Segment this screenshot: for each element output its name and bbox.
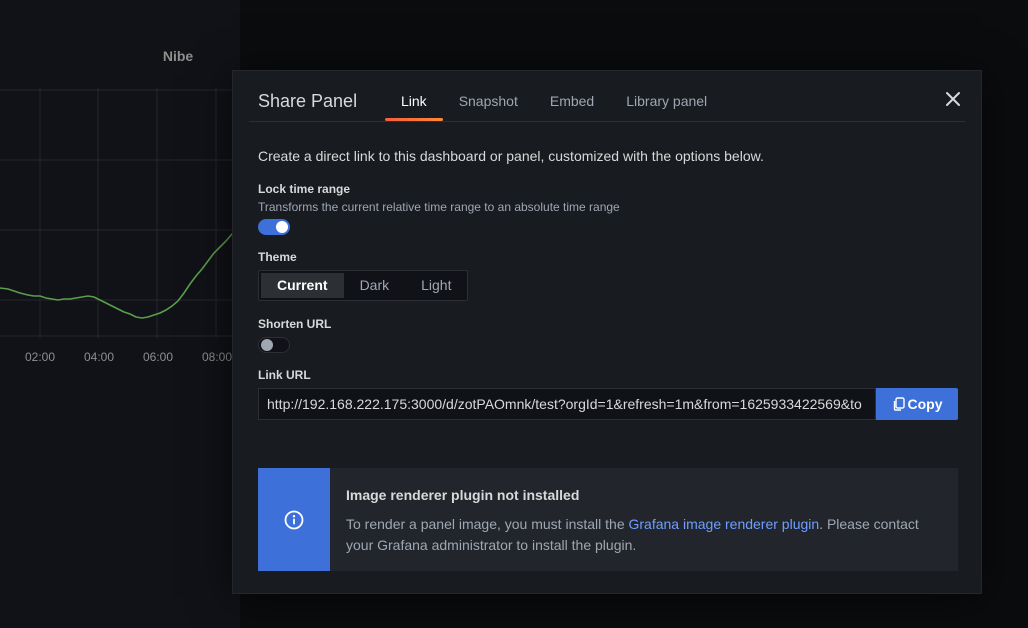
- x-axis-tick: 06:00: [143, 350, 174, 364]
- copy-button-label: Copy: [907, 396, 943, 412]
- lock-time-range-description: Transforms the current relative time ran…: [258, 200, 620, 214]
- theme-option-current[interactable]: Current: [261, 273, 344, 298]
- background-panel-title: Nibe: [162, 48, 194, 64]
- theme-option-light[interactable]: Light: [405, 273, 467, 298]
- modal-header: Share Panel Link Snapshot Embed Library …: [249, 71, 965, 122]
- copy-button[interactable]: Copy: [876, 388, 958, 420]
- background-time-series-chart: [0, 88, 240, 338]
- lock-time-range-label: Lock time range: [258, 182, 351, 196]
- link-description: Create a direct link to this dashboard o…: [258, 148, 764, 164]
- chart-grid: [0, 88, 240, 338]
- tab-library-panel[interactable]: Library panel: [610, 71, 723, 121]
- lock-time-range-switch[interactable]: [258, 219, 290, 235]
- shorten-url-label: Shorten URL: [258, 317, 332, 331]
- x-axis-tick: 02:00: [25, 350, 56, 364]
- switch-knob: [276, 221, 288, 233]
- alert-icon-box: [258, 468, 330, 571]
- alert-title: Image renderer plugin not installed: [346, 487, 580, 503]
- background-dashboard-panel: 02:00 04:00 06:00 08:00: [0, 0, 240, 628]
- modal-title: Share Panel: [258, 91, 358, 111]
- chart-series-line: [0, 225, 240, 319]
- renderer-plugin-alert: Image renderer plugin not installed To r…: [258, 468, 958, 571]
- switch-knob: [261, 339, 273, 351]
- shorten-url-switch[interactable]: [258, 337, 290, 353]
- close-button[interactable]: [941, 87, 965, 111]
- renderer-plugin-link[interactable]: Grafana image renderer plugin: [629, 516, 820, 532]
- tab-snapshot[interactable]: Snapshot: [443, 71, 534, 121]
- tab-embed[interactable]: Embed: [534, 71, 610, 121]
- copy-icon: [893, 397, 905, 411]
- tab-link[interactable]: Link: [385, 71, 443, 121]
- theme-label: Theme: [258, 250, 297, 264]
- theme-option-dark[interactable]: Dark: [344, 273, 406, 298]
- share-tabs: Link Snapshot Embed Library panel: [385, 71, 723, 121]
- x-axis-tick: 08:00: [202, 350, 233, 364]
- link-url-input[interactable]: [258, 388, 876, 420]
- info-circle-icon: [284, 510, 304, 529]
- alert-body-text: To render a panel image, you must instal…: [346, 516, 629, 532]
- theme-radio-group: Current Dark Light: [258, 270, 468, 301]
- close-icon: [946, 92, 960, 106]
- x-axis-tick: 04:00: [84, 350, 115, 364]
- share-panel-modal: Share Panel Link Snapshot Embed Library …: [232, 70, 982, 594]
- link-url-label: Link URL: [258, 368, 311, 382]
- alert-body: To render a panel image, you must instal…: [346, 514, 946, 556]
